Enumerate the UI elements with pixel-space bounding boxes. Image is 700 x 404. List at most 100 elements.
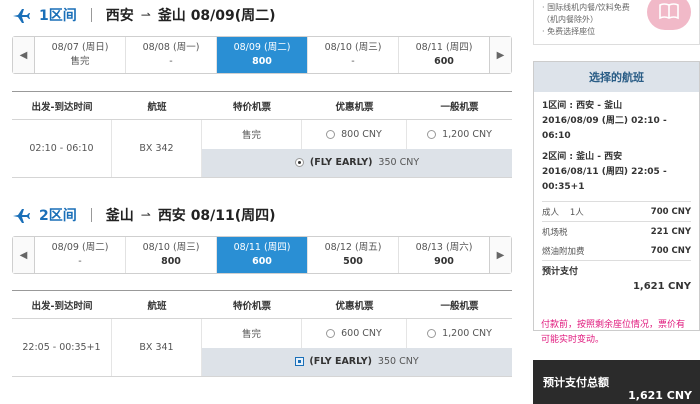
segment-label: 2区间 [39,208,77,224]
date-selector: ◀ 08/09 (周二) - 08/10 (周三) 800 08/11 (周四)… [12,236,512,274]
prev-dates-button[interactable]: ◀ [13,237,35,273]
route-title: 西安 ⇀ 釜山 08/09(周二) [106,5,276,25]
special-fare: 售完 [202,120,302,149]
date-selector: ◀ 08/07 (周日) 售完 08/08 (周一) - 08/09 (周二) … [12,36,512,74]
adult-row: 成人 1人 700 CNY [534,202,699,221]
date-option[interactable]: 08/13 (周六) 900 [399,237,489,273]
col-discount: 优惠机票 [335,300,374,312]
flight-time: 02:10 - 06:10 [12,120,112,177]
fly-early-tag: (FLY EARLY) [309,356,372,368]
radio-button-selected[interactable] [294,158,304,168]
selected-flights-panel: 选择的航班 1区间 : 西安 - 釜山 2016/08/09 (周二) 02:1… [533,61,700,331]
radio-button[interactable] [427,129,437,139]
col-flight: 航班 [147,101,167,113]
table-header: 出发-到达时间 航班 特价机票 优惠机票 一般机票 [12,291,512,319]
segment-2-header: 2区间 釜山 ⇀ 西安 08/11(周四) [12,205,276,225]
adult-count: 1人 [569,207,584,218]
radio-button[interactable] [326,328,336,338]
date-option[interactable]: 08/10 (周三) 800 [126,237,217,273]
col-special: 特价机票 [232,101,271,113]
discount-fare-option[interactable]: 600 CNY [302,319,407,348]
tax-label: 机场税 [542,227,568,238]
fly-early-price: 350 CNY [378,157,420,169]
segment-route: 1区间 : 西安 - 釜山 [542,101,623,111]
prev-dates-button[interactable]: ◀ [13,37,35,73]
discount-fare-option[interactable]: 800 CNY [302,120,407,149]
segment-1-header: 1区间 西安 ⇀ 釜山 08/09(周二) [12,5,276,25]
date-text: 08/09 (周二) [233,42,291,53]
date-option[interactable]: 08/09 (周二) - [35,237,126,273]
col-discount: 优惠机票 [335,101,374,113]
normal-price: 1,200 CNY [442,327,492,339]
date-option[interactable]: 08/12 (周五) 500 [308,237,399,273]
date-option[interactable]: 08/07 (周日) 售完 [35,37,126,73]
date-text: 08/11 (周四) [415,42,473,53]
date-price: - [169,56,173,67]
discount-price: 600 CNY [341,327,382,339]
selected-segment-2: 2区间 : 釜山 - 西安 2016/08/11 (周四) 22:05 - 00… [534,144,699,195]
arrow-icon: ⇀ [140,8,151,22]
date-price: 600 [252,256,272,267]
date-text: 08/07 (周日) [51,42,109,53]
arrow-icon: ⇀ [140,208,151,222]
total-label: 预计支付总额 [543,376,609,389]
total-bar: 预计支付总额 1,621 CNY [533,360,700,404]
col-flight: 航班 [147,300,167,312]
date-option[interactable]: 08/11 (周四) 600 [399,37,489,73]
discount-price: 800 CNY [341,128,382,140]
date-text: 08/09 (周二) [51,242,109,253]
price-notice: 付款前，按照剩余座位情况，票价有可能实时变动。 [541,320,686,345]
date-price: 800 [161,256,181,267]
adult-label: 成人 [542,207,560,218]
fly-early-option[interactable]: (FLY EARLY) 350 CNY [202,347,512,376]
book-icon-button[interactable] [647,0,691,30]
date-text: 08/12 (周五) [324,242,382,253]
col-time: 出发-到达时间 [31,101,93,113]
fare-table: 出发-到达时间 航班 特价机票 优惠机票 一般机票 22:05 - 00:35+… [12,290,512,377]
col-time: 出发-到达时间 [31,300,93,312]
date-text: 08/10 (周三) [142,242,200,253]
fly-early-tag: (FLY EARLY) [309,157,373,169]
destination-city: 釜山 [157,8,186,24]
date-option-selected[interactable]: 08/11 (周四) 600 [217,237,308,273]
flight-time: 22:05 - 00:35+1 [12,319,112,376]
booking-page: 1区间 西安 ⇀ 釜山 08/09(周二) ◀ 08/07 (周日) 售完 08… [0,0,700,404]
origin-city: 西安 [105,8,134,24]
segment-arrival: 00:35+1 [542,182,585,192]
panel-title: 选择的航班 [534,62,699,92]
selected-segment-1: 1区间 : 西安 - 釜山 2016/08/09 (周二) 02:10 - 06… [534,92,699,144]
col-normal: 一般机票 [440,101,479,113]
fly-early-option[interactable]: (FLY EARLY) 350 CNY [202,148,512,177]
date-option-selected[interactable]: 08/09 (周二) 800 [217,37,308,73]
date-price: - [78,256,82,267]
normal-fare-option[interactable]: 1,200 CNY [407,319,512,348]
fuel-label: 燃油附加费 [542,246,585,257]
table-row: 22:05 - 00:35+1 BX 341 售完 600 CNY 1,200 … [12,319,512,377]
airplane-icon [13,9,30,23]
route-date: 08/09(周二) [190,8,276,24]
date-text: 08/08 (周一) [142,42,200,53]
adult-price: 700 CNY [650,206,691,217]
divider [90,208,92,222]
flight-number: BX 341 [112,319,202,376]
radio-button[interactable] [326,129,336,139]
segment-label: 1区间 [39,8,77,24]
date-text: 08/13 (周六) [415,242,473,253]
special-fare: 售完 [202,319,302,348]
total-amount: 1,621 CNY [628,389,692,402]
segment-route: 2区间 : 釜山 - 西安 [542,152,623,162]
date-option[interactable]: 08/10 (周三) - [308,37,399,73]
table-header: 出发-到达时间 航班 特价机票 优惠机票 一般机票 [12,92,512,120]
radio-button[interactable] [427,328,437,338]
col-special: 特价机票 [232,300,271,312]
book-icon [659,3,679,20]
segment-datetime: 2016/08/09 (周二) 02:10 - 06:10 [542,116,667,141]
next-dates-button[interactable]: ▶ [489,37,511,73]
date-text: 08/11 (周四) [233,242,291,253]
normal-fare-option[interactable]: 1,200 CNY [407,120,512,149]
date-price: 600 [434,56,454,67]
date-option[interactable]: 08/08 (周一) - [126,37,217,73]
radio-button-selected[interactable] [295,357,305,367]
normal-price: 1,200 CNY [442,128,492,140]
next-dates-button[interactable]: ▶ [489,237,511,273]
